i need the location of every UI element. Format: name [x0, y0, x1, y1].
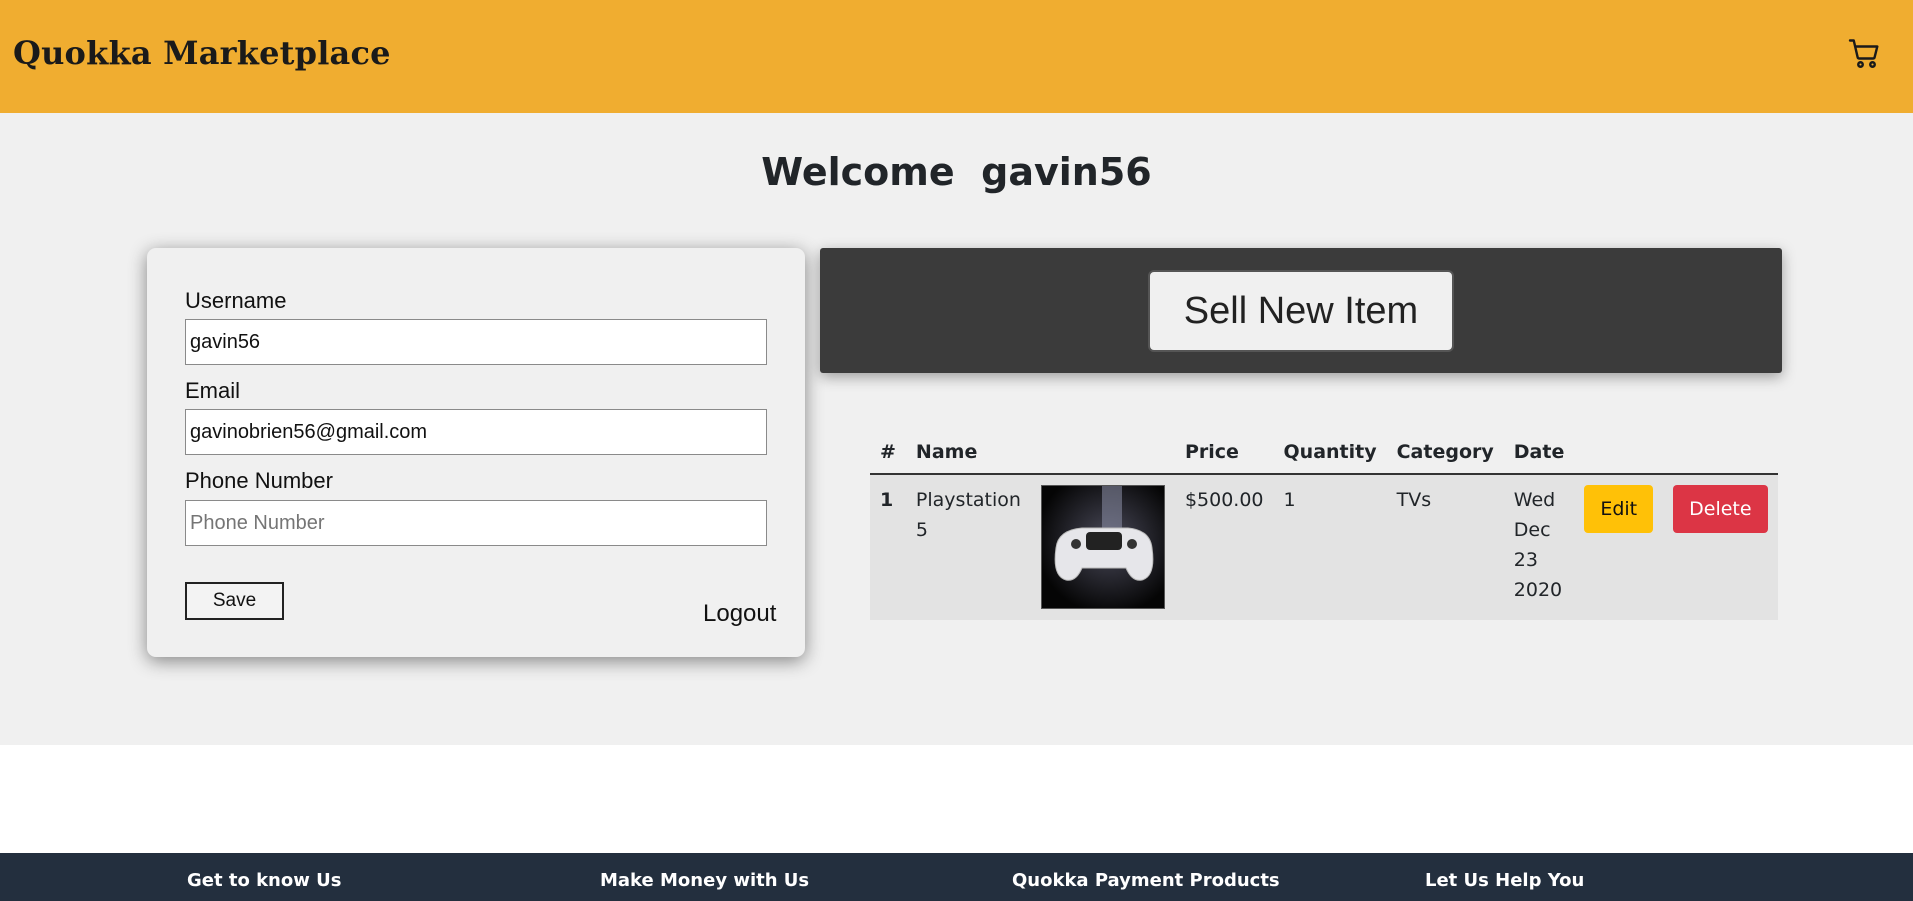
brand-title[interactable]: Quokka Marketplace — [13, 34, 391, 72]
sell-new-item-button[interactable]: Sell New Item — [1148, 270, 1454, 352]
column-header-edit — [1574, 430, 1664, 475]
profile-card: Username Email Phone Number Save Logout — [147, 248, 805, 657]
items-table: # Name Price Quantity Category Date 1 Pl… — [870, 430, 1778, 620]
delete-button[interactable]: Delete — [1673, 485, 1768, 533]
email-label: Email — [185, 378, 241, 403]
row-index: 1 — [870, 474, 906, 620]
product-thumbnail[interactable] — [1040, 485, 1165, 609]
row-image-cell — [1030, 474, 1175, 620]
column-header-delete — [1663, 430, 1778, 475]
table-row: 1 Playstation 5 $500.00 1 TVs Wed Dec 23… — [870, 474, 1778, 620]
footer: Get to know Us Make Money with Us Quokka… — [0, 853, 1913, 901]
welcome-heading: Welcome gavin56 — [0, 150, 1913, 194]
phone-field[interactable] — [185, 500, 767, 546]
footer-link-get-to-know-us[interactable]: Get to know Us — [187, 870, 341, 891]
sell-panel: Sell New Item — [820, 248, 1782, 373]
save-button[interactable]: Save — [185, 582, 284, 620]
top-header: Quokka Marketplace — [0, 0, 1913, 113]
column-header-category: Category — [1386, 430, 1504, 475]
phone-label: Phone Number — [185, 468, 333, 493]
table-header-row: # Name Price Quantity Category Date — [870, 430, 1778, 475]
footer-link-help[interactable]: Let Us Help You — [1425, 870, 1584, 891]
column-header-date: Date — [1503, 430, 1575, 475]
welcome-text: Welcome — [761, 150, 955, 194]
row-date: Wed Dec 23 2020 — [1503, 474, 1575, 620]
column-header-name: Name — [905, 430, 1031, 475]
edit-button[interactable]: Edit — [1584, 485, 1654, 533]
row-category: TVs — [1386, 474, 1504, 620]
footer-link-payment-products[interactable]: Quokka Payment Products — [1012, 870, 1280, 891]
footer-link-make-money[interactable]: Make Money with Us — [600, 870, 809, 891]
column-header-index: # — [870, 430, 906, 475]
welcome-username: gavin56 — [981, 150, 1152, 194]
email-field[interactable] — [185, 409, 767, 455]
username-label: Username — [185, 288, 287, 313]
logout-link[interactable]: Logout — [703, 600, 776, 628]
row-price: $500.00 — [1174, 474, 1274, 620]
row-name: Playstation 5 — [905, 474, 1031, 620]
username-field[interactable] — [185, 319, 767, 365]
column-header-quantity: Quantity — [1273, 430, 1387, 475]
row-quantity: 1 — [1273, 474, 1387, 620]
column-header-image — [1030, 430, 1175, 475]
column-header-price: Price — [1174, 430, 1274, 475]
cart-icon[interactable] — [1847, 36, 1883, 72]
row-delete-cell: Delete — [1663, 474, 1778, 620]
row-edit-cell: Edit — [1574, 474, 1664, 620]
